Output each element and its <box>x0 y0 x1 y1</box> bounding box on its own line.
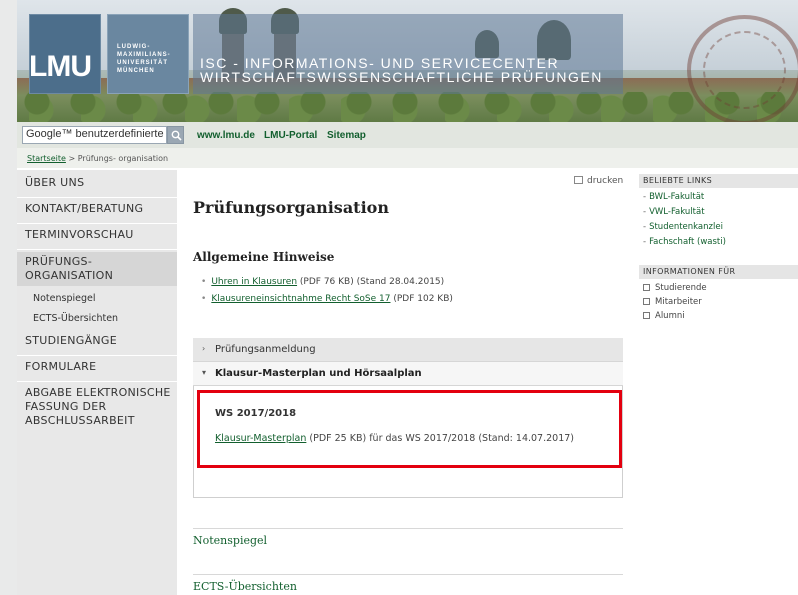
ws-masterplan-line: Klausur-Masterplan (PDF 25 KB) für das W… <box>215 433 574 444</box>
nav-item-formulare[interactable]: FORMULARE <box>17 360 177 382</box>
top-link-sitemap[interactable]: Sitemap <box>327 130 366 141</box>
page-title: Prüfungsorganisation <box>193 198 389 217</box>
university-line: MÜNCHEN <box>117 68 155 74</box>
search-button[interactable] <box>167 126 184 144</box>
accordion-item-masterplan[interactable]: ▾ Klausur-Masterplan und Hörsaalplan <box>193 362 623 386</box>
popular-link-kanzlei[interactable]: - Studentenkanzlei <box>643 222 723 232</box>
header-banner: LMU LUDWIG- MAXIMILIANS- UNIVERSITÄT MÜN… <box>17 0 798 122</box>
nav-item-pruefungsorganisation[interactable]: PRÜFUNGS- ORGANISATION <box>17 252 177 286</box>
nav-item-studiengaenge[interactable]: STUDIENGÄNGE <box>17 334 177 356</box>
nav-item-terminvorschau[interactable]: TERMINVORSCHAU <box>17 228 177 250</box>
bullet-icon: • <box>201 277 207 287</box>
print-icon <box>574 176 583 184</box>
bullet-icon: • <box>201 294 207 304</box>
breadcrumb: Startseite > Prüfungs- organisation <box>27 154 168 163</box>
nav-item-label: FASSUNG DER <box>25 400 107 413</box>
print-link[interactable]: drucken <box>574 176 623 186</box>
header-trees <box>17 92 798 122</box>
info-item-mitarbeiter[interactable]: Mitarbeiter <box>643 297 702 307</box>
nav-item-label: ABSCHLUSSARBEIT <box>25 414 135 427</box>
section-title: Allgemeine Hinweise <box>193 250 335 264</box>
accordion-item-pruefungsanmeldung[interactable]: › Prüfungsanmeldung <box>193 338 623 362</box>
checkbox-icon <box>643 312 650 319</box>
nav-item-label: ORGANISATION <box>25 269 114 282</box>
divider <box>193 528 623 529</box>
section-link-ects[interactable]: ECTS-Übersichten <box>193 580 297 593</box>
university-line: MAXIMILIANS- <box>117 52 171 58</box>
print-label: drucken <box>587 176 624 186</box>
lmu-logo-text: LMU <box>29 50 92 83</box>
nav-item-abgabe[interactable]: ABGABE ELEKTRONISCHE FASSUNG DER ABSCHLU… <box>17 386 177 430</box>
masterplan-meta: (PDF 25 KB) für das WS 2017/2018 (Stand:… <box>306 433 574 444</box>
checkbox-icon <box>643 284 650 291</box>
info-header: INFORMATIONEN FÜR <box>639 265 798 279</box>
popular-link-bwl[interactable]: - BWL-Fakultät <box>643 192 704 202</box>
masterplan-link[interactable]: Klausur-Masterplan <box>215 433 306 444</box>
nav-item-kontakt[interactable]: KONTAKT/BERATUNG <box>17 202 177 224</box>
nav-subitem-ects[interactable]: ECTS-Übersichten <box>33 313 118 324</box>
info-item-alumni[interactable]: Alumni <box>643 311 685 321</box>
chevron-down-icon: ▾ <box>202 368 207 377</box>
ws-title: WS 2017/2018 <box>215 408 297 419</box>
top-link-lmu[interactable]: www.lmu.de <box>197 130 255 141</box>
university-line: LUDWIG- <box>117 44 151 50</box>
hint-meta: (PDF 102 KB) <box>390 294 453 304</box>
university-line: UNIVERSITÄT <box>117 60 169 66</box>
nav-item-label: ABGABE ELEKTRONISCHE <box>25 386 171 399</box>
nav-item-label: PRÜFUNGS- <box>25 255 93 268</box>
popular-links-header: BELIEBTE LINKS <box>639 174 798 188</box>
breadcrumb-home[interactable]: Startseite <box>27 154 66 163</box>
search-icon <box>171 130 182 141</box>
accordion-label: Klausur-Masterplan und Hörsaalplan <box>215 368 422 379</box>
hint-link-einsicht[interactable]: Klausureneinsichtnahme Recht SoSe 17 <box>211 294 390 304</box>
divider <box>193 574 623 575</box>
nav-item-ueber-uns[interactable]: ÜBER UNS <box>17 176 177 198</box>
popular-link-vwl[interactable]: - VWL-Fakultät <box>643 207 705 217</box>
seal-stamp-inner <box>703 31 786 109</box>
chevron-right-icon: › <box>202 344 206 353</box>
hint-meta: (PDF 76 KB) (Stand 28.04.2015) <box>297 277 445 287</box>
search-input[interactable]: Google™ benutzerdefinierte <box>22 126 167 144</box>
top-link-portal[interactable]: LMU-Portal <box>264 130 317 141</box>
site-title-line2: WIRTSCHAFTSWISSENSCHAFTLICHE PRÜFUNGEN <box>200 69 603 85</box>
left-nav: ÜBER UNS KONTAKT/BERATUNG TERMINVORSCHAU… <box>17 170 177 595</box>
section-link-notenspiegel[interactable]: Notenspiegel <box>193 534 267 547</box>
highlight-box <box>197 390 622 468</box>
breadcrumb-separator: > <box>65 154 78 163</box>
hint-item: • Klausureneinsichtnahme Recht SoSe 17 (P… <box>201 294 453 304</box>
checkbox-icon <box>643 298 650 305</box>
nav-subitem-notenspiegel[interactable]: Notenspiegel <box>33 293 96 304</box>
breadcrumb-current: Prüfungs- organisation <box>77 154 169 163</box>
page: LMU LUDWIG- MAXIMILIANS- UNIVERSITÄT MÜN… <box>17 0 798 595</box>
info-item-studierende[interactable]: Studierende <box>643 283 707 293</box>
hint-item: • Uhren in Klausuren (PDF 76 KB) (Stand 2… <box>201 277 444 287</box>
popular-link-fachschaft[interactable]: - Fachschaft (wasti) <box>643 237 726 247</box>
accordion-label: Prüfungsanmeldung <box>215 344 316 355</box>
hint-link-uhren[interactable]: Uhren in Klausuren <box>211 277 297 287</box>
